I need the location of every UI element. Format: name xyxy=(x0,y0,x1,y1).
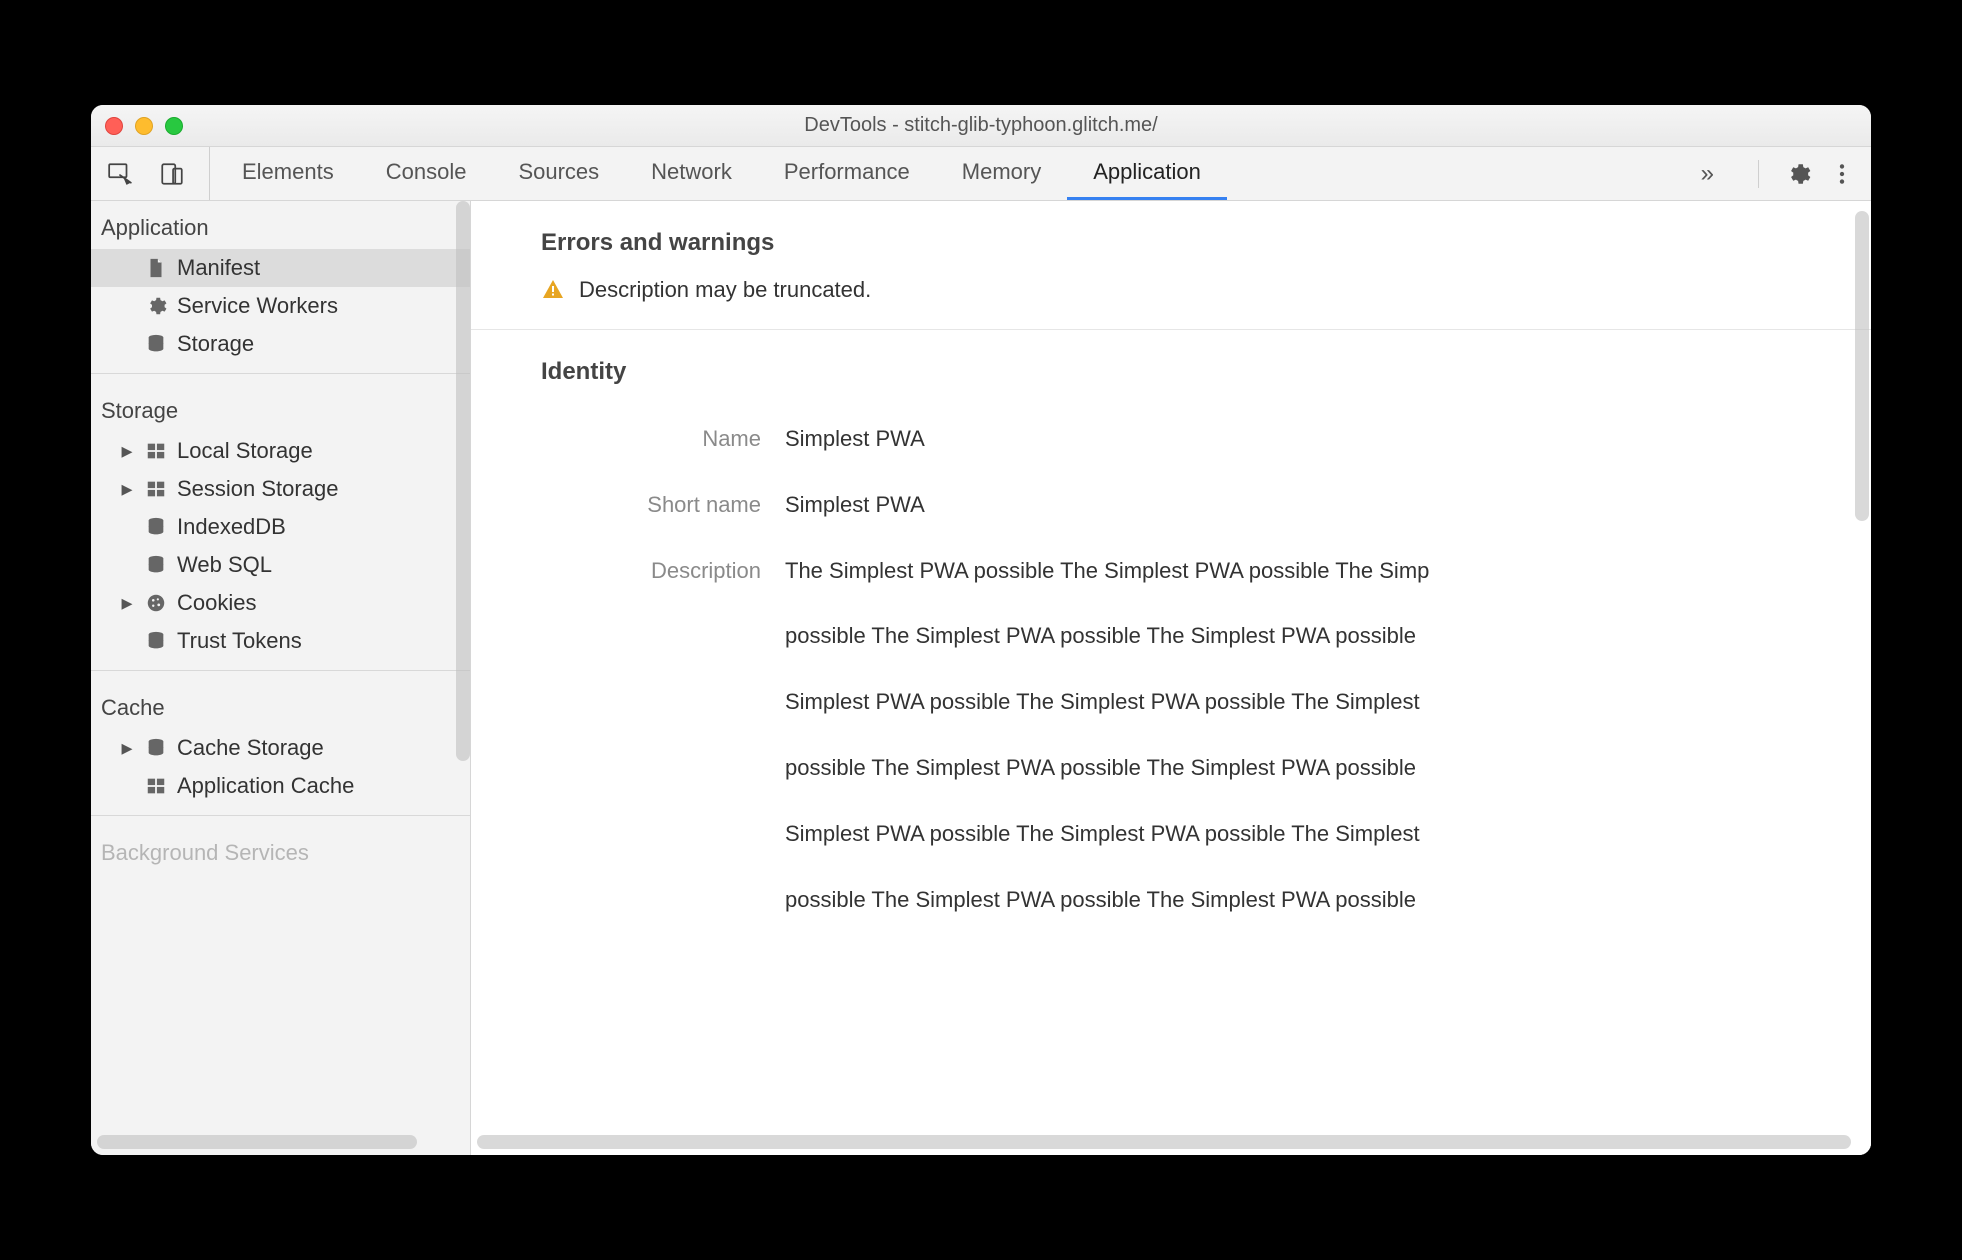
sidebar-item-local-storage[interactable]: ▸ Local Storage xyxy=(91,432,470,470)
sidebar-item-application-cache[interactable]: ▸Application Cache xyxy=(91,767,470,805)
gear-icon xyxy=(145,295,167,317)
grid-icon xyxy=(145,775,167,797)
warning-text: Description may be truncated. xyxy=(579,277,871,303)
sidebar-item-label: Web SQL xyxy=(177,552,272,578)
sidebar-item-web-sql[interactable]: ▸Web SQL xyxy=(91,546,470,584)
identity-description-label: Description xyxy=(541,550,761,592)
caret-right-icon: ▸ xyxy=(119,735,135,761)
window-title: DevTools - stitch-glib-typhoon.glitch.me… xyxy=(91,114,1871,137)
description-line: Simplest PWA possible The Simplest PWA p… xyxy=(785,813,1861,855)
toolbar: ElementsConsoleSourcesNetworkPerformance… xyxy=(91,147,1871,201)
identity-name-label: Name xyxy=(541,418,761,460)
identity-name-value: Simplest PWA xyxy=(785,418,1871,460)
sidebar-scrollbar[interactable] xyxy=(456,201,470,761)
caret-right-icon: ▸ xyxy=(119,438,135,464)
tab-memory[interactable]: Memory xyxy=(936,147,1067,200)
sidebar-group-cache: Cache xyxy=(91,681,470,729)
sidebar-separator xyxy=(91,670,470,671)
description-line: possible The Simplest PWA possible The S… xyxy=(785,747,1861,789)
identity-heading: Identity xyxy=(541,358,1871,386)
db-icon xyxy=(145,554,167,576)
sidebar-group-application: Application xyxy=(91,201,470,249)
zoom-window-button[interactable] xyxy=(165,117,183,135)
tab-elements[interactable]: Elements xyxy=(216,147,360,200)
errors-heading: Errors and warnings xyxy=(541,229,1871,257)
more-tabs-button[interactable]: » xyxy=(1683,147,1732,200)
description-line: possible The Simplest PWA possible The S… xyxy=(785,879,1861,921)
close-window-button[interactable] xyxy=(105,117,123,135)
tab-network[interactable]: Network xyxy=(625,147,758,200)
titlebar: DevTools - stitch-glib-typhoon.glitch.me… xyxy=(91,105,1871,147)
sidebar-item-label: Storage xyxy=(177,331,254,357)
sidebar-item-label: Service Workers xyxy=(177,293,338,319)
minimize-window-button[interactable] xyxy=(135,117,153,135)
grid-icon xyxy=(145,478,167,500)
chevron-double-right-icon: » xyxy=(1701,160,1714,188)
sidebar-scrollbar-horizontal[interactable] xyxy=(97,1135,417,1149)
identity-section: Identity Name Simplest PWA Short name Si… xyxy=(471,330,1871,956)
sidebar-item-label: Session Storage xyxy=(177,476,338,502)
sidebar-item-label: Local Storage xyxy=(177,438,313,464)
caret-right-icon: ▸ xyxy=(119,476,135,502)
sidebar-item-label: IndexedDB xyxy=(177,514,286,540)
description-line: Simplest PWA possible The Simplest PWA p… xyxy=(785,681,1861,723)
more-vertical-icon xyxy=(1829,161,1855,187)
panel-tabs: ElementsConsoleSourcesNetworkPerformance… xyxy=(216,147,1683,200)
identity-description-row: Description The Simplest PWA possible Th… xyxy=(541,538,1871,957)
bottom-scrollbars xyxy=(91,1135,1871,1149)
caret-right-icon: ▸ xyxy=(119,590,135,616)
tab-performance[interactable]: Performance xyxy=(758,147,936,200)
identity-name-row: Name Simplest PWA xyxy=(541,406,1871,472)
device-toolbar-button[interactable] xyxy=(153,161,191,187)
sidebar-item-label: Application Cache xyxy=(177,773,354,799)
sidebar-item-label: Trust Tokens xyxy=(177,628,302,654)
identity-description-value: The Simplest PWA possible The Simplest P… xyxy=(785,550,1871,945)
identity-shortname-value: Simplest PWA xyxy=(785,484,1871,526)
sidebar-item-label: Manifest xyxy=(177,255,260,281)
sidebar-item-storage[interactable]: ▸Storage xyxy=(91,325,470,363)
description-line: The Simplest PWA possible The Simplest P… xyxy=(785,550,1861,592)
errors-section: Errors and warnings Description may be t… xyxy=(471,201,1871,329)
sidebar-item-label: Cookies xyxy=(177,590,256,616)
sidebar-item-cache-storage[interactable]: ▸ Cache Storage xyxy=(91,729,470,767)
tab-application[interactable]: Application xyxy=(1067,147,1227,200)
sidebar-item-cookies[interactable]: ▸ Cookies xyxy=(91,584,470,622)
inspect-element-button[interactable] xyxy=(101,161,139,187)
main-split: Application▸Manifest▸Service Workers▸Sto… xyxy=(91,201,1871,1155)
tab-console[interactable]: Console xyxy=(360,147,493,200)
sidebar-item-trust-tokens[interactable]: ▸Trust Tokens xyxy=(91,622,470,660)
window-controls xyxy=(105,117,183,135)
file-icon xyxy=(145,257,167,279)
toolbar-divider xyxy=(1758,160,1759,188)
sidebar-group-storage: Storage xyxy=(91,384,470,432)
sidebar-item-service-workers[interactable]: ▸Service Workers xyxy=(91,287,470,325)
sidebar-separator xyxy=(91,815,470,816)
gear-icon xyxy=(1785,161,1811,187)
db-icon xyxy=(145,516,167,538)
grid-icon xyxy=(145,440,167,462)
settings-button[interactable] xyxy=(1779,161,1817,187)
sidebar: Application▸Manifest▸Service Workers▸Sto… xyxy=(91,201,471,1155)
sidebar-item-label: Cache Storage xyxy=(177,735,324,761)
tab-sources[interactable]: Sources xyxy=(492,147,625,200)
sidebar-group-background-services: Background Services xyxy=(91,826,470,874)
warning-icon xyxy=(541,278,565,302)
content-scrollbar-horizontal[interactable] xyxy=(477,1135,1851,1149)
content-scrollbar-vertical[interactable] xyxy=(1855,211,1869,521)
sidebar-item-manifest[interactable]: ▸Manifest xyxy=(91,249,470,287)
identity-shortname-row: Short name Simplest PWA xyxy=(541,472,1871,538)
db-icon xyxy=(145,737,167,759)
cookie-icon xyxy=(145,592,167,614)
description-line: possible The Simplest PWA possible The S… xyxy=(785,615,1861,657)
warning-row: Description may be truncated. xyxy=(541,277,1871,329)
sidebar-separator xyxy=(91,373,470,374)
kebab-menu-button[interactable] xyxy=(1823,161,1861,187)
sidebar-item-indexeddb[interactable]: ▸IndexedDB xyxy=(91,508,470,546)
content-pane: Errors and warnings Description may be t… xyxy=(471,201,1871,1155)
devtools-window: DevTools - stitch-glib-typhoon.glitch.me… xyxy=(91,105,1871,1155)
db-icon xyxy=(145,333,167,355)
sidebar-item-session-storage[interactable]: ▸ Session Storage xyxy=(91,470,470,508)
db-icon xyxy=(145,630,167,652)
identity-shortname-label: Short name xyxy=(541,484,761,526)
